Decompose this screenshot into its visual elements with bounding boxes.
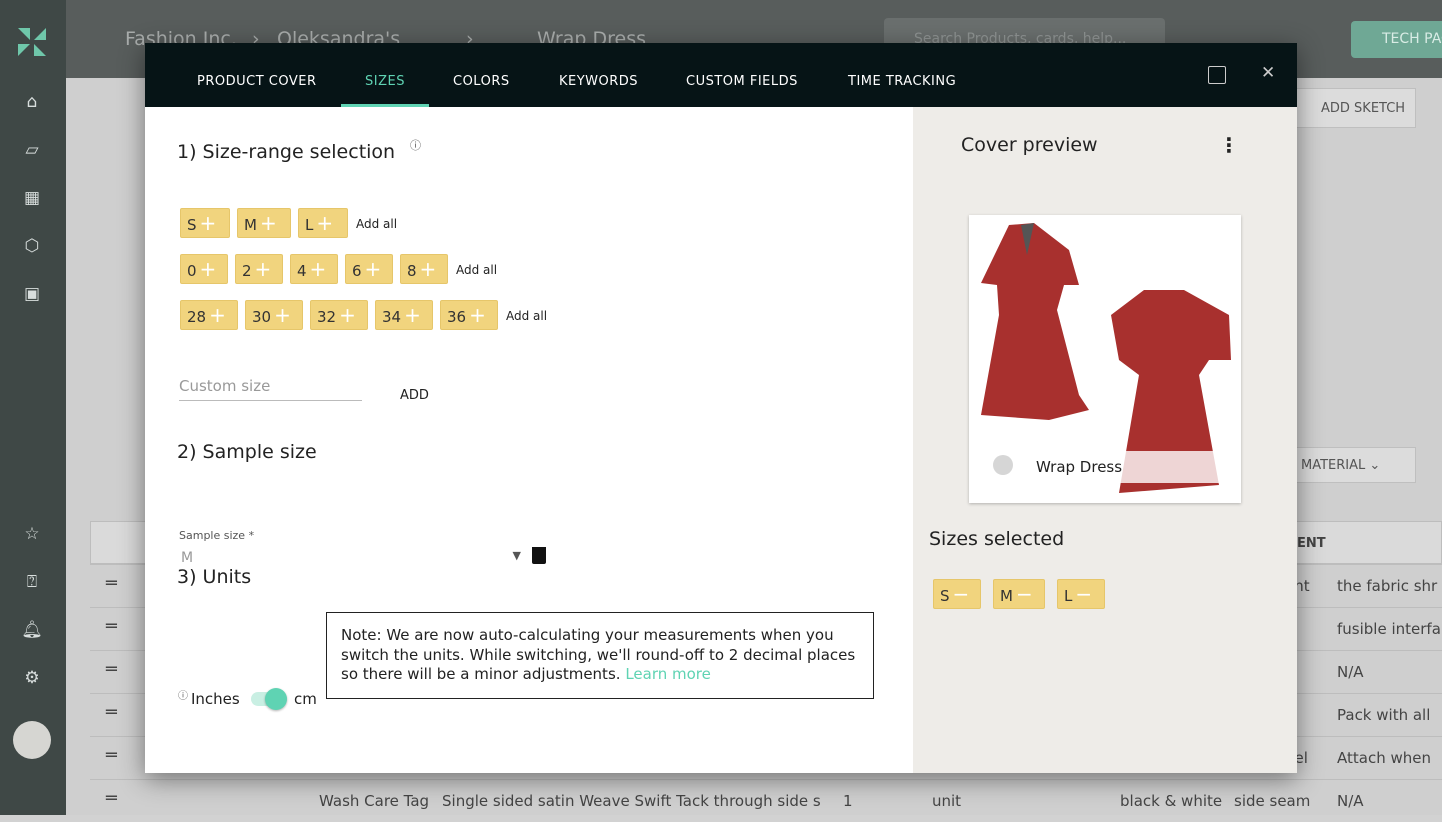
plus-icon: +	[309, 257, 327, 281]
drag-handle-icon[interactable]: ═	[106, 573, 117, 594]
plus-icon: +	[274, 303, 291, 327]
plus-icon: +	[254, 257, 272, 281]
add-size-chip[interactable]: 4 +	[290, 254, 338, 284]
cover-name-badge: Wrap Dress	[977, 451, 1233, 483]
tab-colors[interactable]: COLORS	[453, 43, 510, 107]
tech-pack-button[interactable]: TECH PACK	[1351, 21, 1442, 58]
add-size-chip[interactable]: 0 +	[180, 254, 228, 284]
plus-icon: +	[364, 257, 382, 281]
drag-handle-icon[interactable]: ═	[106, 659, 117, 680]
add-size-chip[interactable]: M +	[237, 208, 291, 238]
add-size-chip[interactable]: 32 +	[310, 300, 368, 330]
unit-inches-label: Inches	[191, 690, 240, 708]
product-settings-modal: PRODUCT COVER SIZES COLORS KEYWORDS CUST…	[145, 43, 1297, 773]
tab-custom-fields[interactable]: CUSTOM FIELDS	[686, 43, 798, 107]
unit-cm-label: cm	[294, 690, 317, 708]
dropdown-arrow-icon: ▼	[512, 549, 521, 562]
preview-panel: Cover preview ⋮ Wrap Dress Sizes selecte…	[913, 107, 1297, 773]
drag-handle-icon[interactable]: ═	[106, 788, 117, 809]
selected-size-chip[interactable]: S −	[933, 579, 981, 609]
plus-icon: +	[209, 303, 226, 327]
sample-size-label: Sample size *	[179, 529, 255, 542]
plus-icon: +	[259, 211, 277, 235]
add-size-chip[interactable]: 30 +	[245, 300, 303, 330]
drag-handle-icon[interactable]: ═	[106, 702, 117, 723]
modal-tabs: PRODUCT COVER SIZES COLORS KEYWORDS CUST…	[145, 43, 1297, 107]
cover-preview-title: Cover preview	[961, 134, 1098, 156]
selected-size-chip[interactable]: L −	[1057, 579, 1105, 609]
plus-icon: +	[419, 257, 437, 281]
tab-keywords[interactable]: KEYWORDS	[559, 43, 638, 107]
table-row[interactable]: ═ Wash Care Tag Single sided satin Weave S…	[90, 779, 1442, 822]
bell-icon[interactable]: 🔔︎	[20, 618, 44, 642]
tab-time-tracking[interactable]: TIME TRACKING	[848, 43, 956, 107]
add-size-chip[interactable]: 28 +	[180, 300, 238, 330]
selected-size-chip[interactable]: M −	[993, 579, 1045, 609]
plus-icon: +	[199, 257, 217, 281]
tab-product-cover[interactable]: PRODUCT COVER	[197, 43, 317, 107]
gear-icon[interactable]: ⚙	[20, 666, 44, 690]
add-size-chip[interactable]: S +	[180, 208, 230, 238]
chat-avatar[interactable]	[13, 721, 51, 759]
add-size-chip[interactable]: 34 +	[375, 300, 433, 330]
star-icon[interactable]: ☆	[20, 522, 44, 546]
add-size-chip[interactable]: 2 +	[235, 254, 283, 284]
box-icon[interactable]: ⬡	[20, 234, 44, 258]
add-size-chip[interactable]: L +	[298, 208, 348, 238]
chart-icon[interactable]: ▣	[20, 282, 44, 306]
section-units-title: 3) Units	[177, 566, 252, 588]
learn-more-link[interactable]: Learn more	[625, 665, 711, 683]
add-sketch-button[interactable]: ADD SKETCH	[1296, 88, 1416, 128]
help-icon[interactable]: ⍰	[20, 570, 44, 594]
plus-icon: +	[199, 211, 217, 235]
add-size-chip[interactable]: 8 +	[400, 254, 448, 284]
close-icon[interactable]: ✕	[1261, 63, 1275, 83]
add-size-button[interactable]: ADD	[400, 388, 429, 403]
section-size-range-title: 1) Size-range selection	[177, 141, 396, 163]
more-options-icon[interactable]: ⋮	[1219, 133, 1239, 157]
add-size-chip[interactable]: 6 +	[345, 254, 393, 284]
plus-icon: +	[404, 303, 421, 327]
delete-icon[interactable]	[532, 547, 546, 564]
add-size-chip[interactable]: 36 +	[440, 300, 498, 330]
add-all-button[interactable]: Add all	[506, 309, 547, 323]
info-icon[interactable]: ⓘ	[410, 137, 421, 153]
tab-sizes[interactable]: SIZES	[341, 43, 429, 107]
drag-handle-icon[interactable]: ═	[106, 616, 117, 637]
units-toggle[interactable]	[251, 688, 287, 710]
section-sample-size-title: 2) Sample size	[177, 441, 317, 463]
drag-handle-icon[interactable]: ═	[106, 745, 117, 766]
sidebar: ⌂ ▱ ▦ ⬡ ▣ ☆ ⍰ 🔔︎ ⚙	[0, 0, 66, 815]
sizes-panel: 1) Size-range selection ⓘ S + M + L + Add all 0…	[145, 107, 913, 773]
dashboard-icon[interactable]: ▦	[20, 186, 44, 210]
minus-icon: −	[1075, 582, 1093, 606]
add-all-button[interactable]: Add all	[356, 217, 397, 231]
logo[interactable]	[16, 26, 48, 58]
plus-icon: +	[469, 303, 486, 327]
plus-icon: +	[339, 303, 356, 327]
minus-icon: −	[952, 582, 970, 606]
units-note: Note: We are now auto-calculating your m…	[326, 612, 874, 699]
custom-size-input[interactable]: Custom size	[179, 377, 362, 401]
sizes-selected-title: Sizes selected	[929, 528, 1065, 550]
cards-icon[interactable]: ▱	[20, 138, 44, 162]
material-dropdown[interactable]: MATERIAL ⌄	[1286, 447, 1416, 483]
cover-image[interactable]: Wrap Dress	[969, 215, 1241, 503]
add-all-button[interactable]: Add all	[456, 263, 497, 277]
info-icon[interactable]: ⓘ	[178, 687, 188, 702]
preview-device-icon[interactable]	[1208, 66, 1226, 84]
home-icon[interactable]: ⌂	[20, 90, 44, 114]
minus-icon: −	[1015, 582, 1033, 606]
plus-icon: +	[316, 211, 334, 235]
